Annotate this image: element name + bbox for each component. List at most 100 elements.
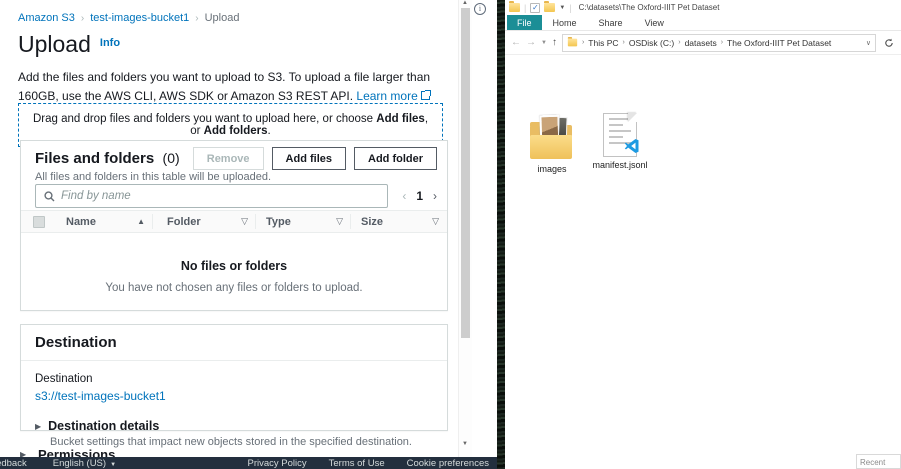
file-item-manifest[interactable]: manifest.jsonl bbox=[589, 113, 651, 170]
breadcrumb-separator-icon: › bbox=[81, 13, 84, 24]
tab-home[interactable]: Home bbox=[542, 15, 588, 30]
permissions-expander[interactable]: ▶ Permissions bbox=[38, 447, 115, 457]
empty-state-description: You have not chosen any files or folders… bbox=[21, 282, 447, 294]
empty-state: No files or folders You have not chosen … bbox=[21, 233, 447, 294]
previous-page-icon[interactable]: ‹ bbox=[402, 189, 406, 203]
language-label: English (US) bbox=[53, 458, 106, 469]
feedback-link[interactable]: Feedback bbox=[0, 458, 27, 469]
privacy-policy-link[interactable]: Privacy Policy bbox=[248, 458, 307, 469]
tab-view[interactable]: View bbox=[634, 15, 675, 30]
tab-share[interactable]: Share bbox=[588, 15, 634, 30]
filter-icon: ▽ bbox=[336, 216, 343, 227]
quick-access-caret-icon[interactable]: ▼ bbox=[559, 5, 565, 11]
browser-window: Amazon S3 › test-images-bucket1 › Upload Upl… bbox=[0, 0, 497, 469]
address-segment-datasets[interactable]: datasets bbox=[685, 38, 717, 48]
external-link-icon bbox=[421, 91, 430, 100]
jsonl-document-icon bbox=[603, 113, 637, 157]
empty-state-title: No files or folders bbox=[21, 259, 447, 273]
permissions-label: Permissions bbox=[38, 447, 115, 457]
dropzone-add-files: Add files bbox=[376, 113, 425, 125]
destination-details-expander[interactable]: ▶ Destination details bbox=[35, 419, 433, 433]
language-selector[interactable]: English (US)▼ bbox=[53, 458, 116, 469]
destination-label: Destination bbox=[35, 373, 433, 385]
dropzone-add-folders: Add folders bbox=[204, 125, 268, 137]
search-input[interactable] bbox=[61, 190, 379, 202]
search-row: ‹ 1 › bbox=[35, 184, 437, 208]
explorer-file-area[interactable]: images manifest.jsonl bbox=[505, 55, 901, 469]
search-box[interactable] bbox=[35, 184, 388, 208]
folder-item-images[interactable]: images bbox=[521, 113, 583, 174]
address-bar[interactable]: › This PC › OSDisk (C:) › datasets › The… bbox=[562, 34, 876, 52]
forward-icon[interactable]: → bbox=[526, 37, 536, 48]
address-dropdown-caret-icon[interactable]: ∨ bbox=[866, 39, 871, 47]
aws-upload-page: Amazon S3 › test-images-bucket1 › Upload Upl… bbox=[0, 0, 458, 457]
cookie-preferences-link[interactable]: Cookie preferences bbox=[407, 458, 489, 469]
column-folder[interactable]: Folder ▽ bbox=[153, 211, 256, 232]
titlebar-divider: | bbox=[569, 3, 571, 13]
aws-footer: Feedback English (US)▼ Privacy Policy Te… bbox=[0, 457, 497, 469]
refresh-icon[interactable] bbox=[881, 34, 897, 52]
files-panel-title: Files and folders bbox=[35, 150, 154, 167]
back-icon[interactable]: ← bbox=[511, 37, 521, 48]
explorer-titlebar[interactable]: | ✓ ▼ | C:\datasets\The Oxford-IIIT Pet … bbox=[505, 0, 901, 15]
add-folder-button[interactable]: Add folder bbox=[354, 147, 437, 170]
expand-triangle-icon: ▶ bbox=[35, 422, 41, 431]
address-segment-osdisk[interactable]: OSDisk (C:) bbox=[629, 38, 674, 48]
next-page-icon[interactable]: › bbox=[433, 189, 437, 203]
new-folder-icon[interactable] bbox=[544, 3, 555, 12]
breadcrumb-current: Upload bbox=[205, 12, 240, 24]
address-folder-icon bbox=[568, 39, 577, 47]
breadcrumb-amazon-s3[interactable]: Amazon S3 bbox=[18, 12, 75, 24]
address-toolbar: ← → ▼ ↑ › This PC › OSDisk (C:) › datase… bbox=[505, 31, 901, 55]
scroll-down-icon[interactable]: ▼ bbox=[462, 441, 468, 447]
search-icon bbox=[44, 191, 55, 202]
address-segment-current[interactable]: The Oxford-IIIT Pet Dataset bbox=[727, 38, 831, 48]
tab-file[interactable]: File bbox=[507, 15, 542, 30]
folder-item-label: images bbox=[521, 164, 583, 174]
recent-locations-caret-icon[interactable]: ▼ bbox=[541, 40, 547, 46]
terms-of-use-link[interactable]: Terms of Use bbox=[329, 458, 385, 469]
upload-description: Add the files and folders you want to up… bbox=[18, 68, 442, 105]
destination-panel-title: Destination bbox=[21, 325, 447, 361]
explorer-app-icon bbox=[509, 3, 520, 12]
learn-more-link[interactable]: Learn more bbox=[356, 89, 429, 103]
column-type[interactable]: Type ▽ bbox=[256, 211, 351, 232]
destination-bucket-link[interactable]: s3://test-images-bucket1 bbox=[35, 389, 166, 403]
page-title: UploadInfo bbox=[18, 31, 120, 58]
breadcrumb-bucket[interactable]: test-images-bucket1 bbox=[90, 12, 189, 24]
scrollbar-thumb[interactable] bbox=[461, 8, 470, 338]
table-header: Name ▲ Folder ▽ Type ▽ Size ▽ bbox=[21, 210, 447, 233]
add-files-button[interactable]: Add files bbox=[272, 147, 346, 170]
remove-button[interactable]: Remove bbox=[193, 147, 264, 170]
sort-ascending-icon: ▲ bbox=[137, 217, 145, 226]
dropzone-text: Drag and drop files and folders you want… bbox=[33, 113, 376, 125]
files-and-folders-panel: Files and folders (0) All files and fold… bbox=[20, 140, 448, 311]
titlebar-divider: | bbox=[524, 3, 526, 13]
select-all-checkbox-cell bbox=[21, 211, 56, 232]
column-size[interactable]: Size ▽ bbox=[351, 211, 447, 232]
files-panel-subtitle: All files and folders in this table will… bbox=[35, 171, 433, 183]
chevron-right-icon: › bbox=[721, 39, 723, 46]
column-name[interactable]: Name ▲ bbox=[56, 211, 153, 232]
address-segment-this-pc[interactable]: This PC bbox=[588, 38, 618, 48]
dropzone-text: . bbox=[268, 125, 271, 137]
info-circle-icon[interactable]: i bbox=[474, 3, 486, 15]
chevron-right-icon: › bbox=[678, 39, 680, 46]
filter-icon: ▽ bbox=[432, 216, 439, 227]
select-all-checkbox[interactable] bbox=[33, 216, 45, 228]
column-type-label: Type bbox=[266, 216, 291, 228]
chevron-right-icon: › bbox=[582, 39, 584, 46]
destination-panel-body: Destination s3://test-images-bucket1 ▶ D… bbox=[21, 361, 447, 448]
destination-panel: Destination Destination s3://test-images… bbox=[20, 324, 448, 431]
info-link[interactable]: Info bbox=[100, 37, 120, 49]
filter-icon: ▽ bbox=[241, 216, 248, 227]
column-size-label: Size bbox=[361, 216, 383, 228]
partial-tooltip: Recent bbox=[856, 454, 901, 469]
properties-icon[interactable]: ✓ bbox=[530, 3, 540, 13]
up-icon[interactable]: ↑ bbox=[552, 37, 557, 48]
browser-scrollbar[interactable]: ▲ ▼ bbox=[458, 0, 472, 457]
breadcrumb: Amazon S3›test-images-bucket1›Upload bbox=[18, 12, 239, 24]
page-number[interactable]: 1 bbox=[416, 189, 423, 203]
vscode-logo-icon bbox=[624, 138, 640, 154]
scroll-up-icon[interactable]: ▲ bbox=[462, 0, 468, 6]
